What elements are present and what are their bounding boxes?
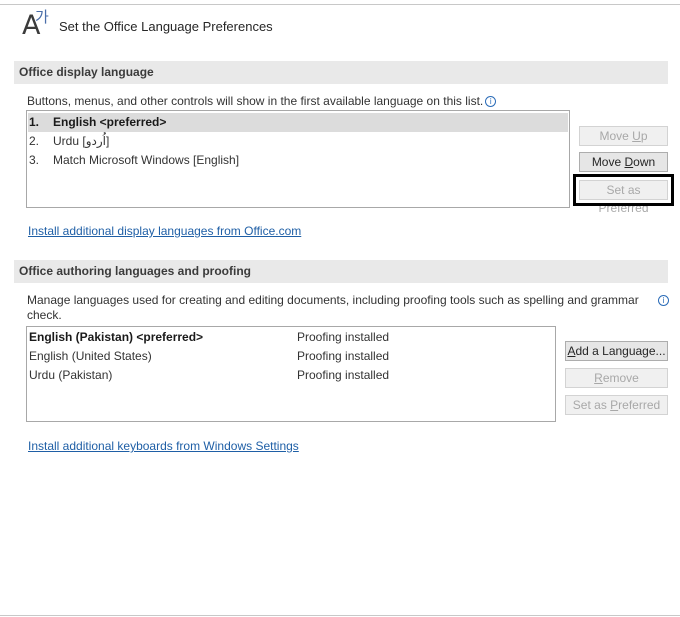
button-label: emove [602, 371, 639, 385]
display-language-heading: Office display language [14, 61, 668, 84]
access-key: R [594, 371, 603, 385]
button-label: dd a Language... [575, 344, 666, 358]
header: A 가 Set the Office Language Preferences [22, 8, 273, 42]
set-as-preferred-display-button[interactable]: Set as Preferred [573, 174, 674, 215]
access-key: U [632, 129, 641, 143]
button-label: Move [599, 129, 633, 143]
add-language-button[interactable]: Add a Language... [565, 341, 668, 361]
move-down-button[interactable]: Move Down [579, 152, 668, 172]
authoring-description: Manage languages used for creating and e… [27, 293, 647, 323]
button-label: own [633, 155, 656, 169]
display-language-item[interactable]: 3. Match Microsoft Windows [English] [28, 151, 568, 170]
info-icon[interactable]: i [485, 96, 497, 107]
authoring-languages-heading: Office authoring languages and proofing [14, 260, 668, 283]
proofing-status: Proofing installed [297, 330, 390, 344]
display-language-description: Buttons, menus, and other controls will … [27, 94, 497, 109]
access-key: P [610, 398, 619, 412]
authoring-description-line: check. [27, 308, 62, 322]
display-language-description-text: Buttons, menus, and other controls will … [27, 94, 484, 108]
button-label: p [640, 129, 648, 143]
language-name: Urdu (Pakistan) [29, 368, 113, 382]
button-label: referred [618, 398, 661, 412]
remove-language-button[interactable]: Remove [565, 368, 668, 388]
display-language-list[interactable]: 1. English <preferred> 2. Urdu [اُردو] 3… [26, 110, 570, 208]
authoring-language-list[interactable]: English (Pakistan) <preferred> Proofing … [26, 326, 556, 422]
list-item-number: 3. [29, 153, 40, 167]
list-item-label: English <preferred> [53, 115, 167, 129]
language-icon-hangul: 가 [35, 8, 49, 26]
list-item-label: Urdu [اُردو] [53, 134, 110, 148]
proofing-status: Proofing installed [297, 349, 390, 363]
button-label: Move [591, 155, 625, 169]
authoring-language-item[interactable]: Urdu (Pakistan) Proofing installed [28, 366, 554, 385]
proofing-status: Proofing installed [297, 368, 390, 382]
language-icon: A 가 [22, 8, 52, 41]
display-language-item[interactable]: 1. English <preferred> [28, 113, 568, 132]
install-keyboards-link[interactable]: Install additional keyboards from Window… [28, 439, 299, 453]
language-name: English (Pakistan) <preferred> [29, 330, 204, 344]
install-display-languages-link[interactable]: Install additional display languages fro… [28, 224, 301, 238]
authoring-description-line: Manage languages used for creating and e… [27, 293, 639, 307]
list-item-label: Match Microsoft Windows [English] [53, 153, 240, 167]
list-item-number: 1. [29, 115, 40, 129]
authoring-language-item[interactable]: English (United States) Proofing install… [28, 347, 554, 366]
page-title: Set the Office Language Preferences [59, 18, 273, 34]
display-language-item[interactable]: 2. Urdu [اُردو] [28, 132, 568, 151]
language-name: English (United States) [29, 349, 152, 363]
authoring-language-item[interactable]: English (Pakistan) <preferred> Proofing … [28, 328, 554, 347]
access-key: D [624, 155, 634, 169]
list-item-number: 2. [29, 134, 40, 148]
button-label: Set as [572, 398, 611, 412]
info-icon[interactable]: i [658, 295, 669, 306]
move-up-button[interactable]: Move Up [579, 126, 668, 146]
set-as-preferred-authoring-button[interactable]: Set as Preferred [565, 395, 668, 415]
